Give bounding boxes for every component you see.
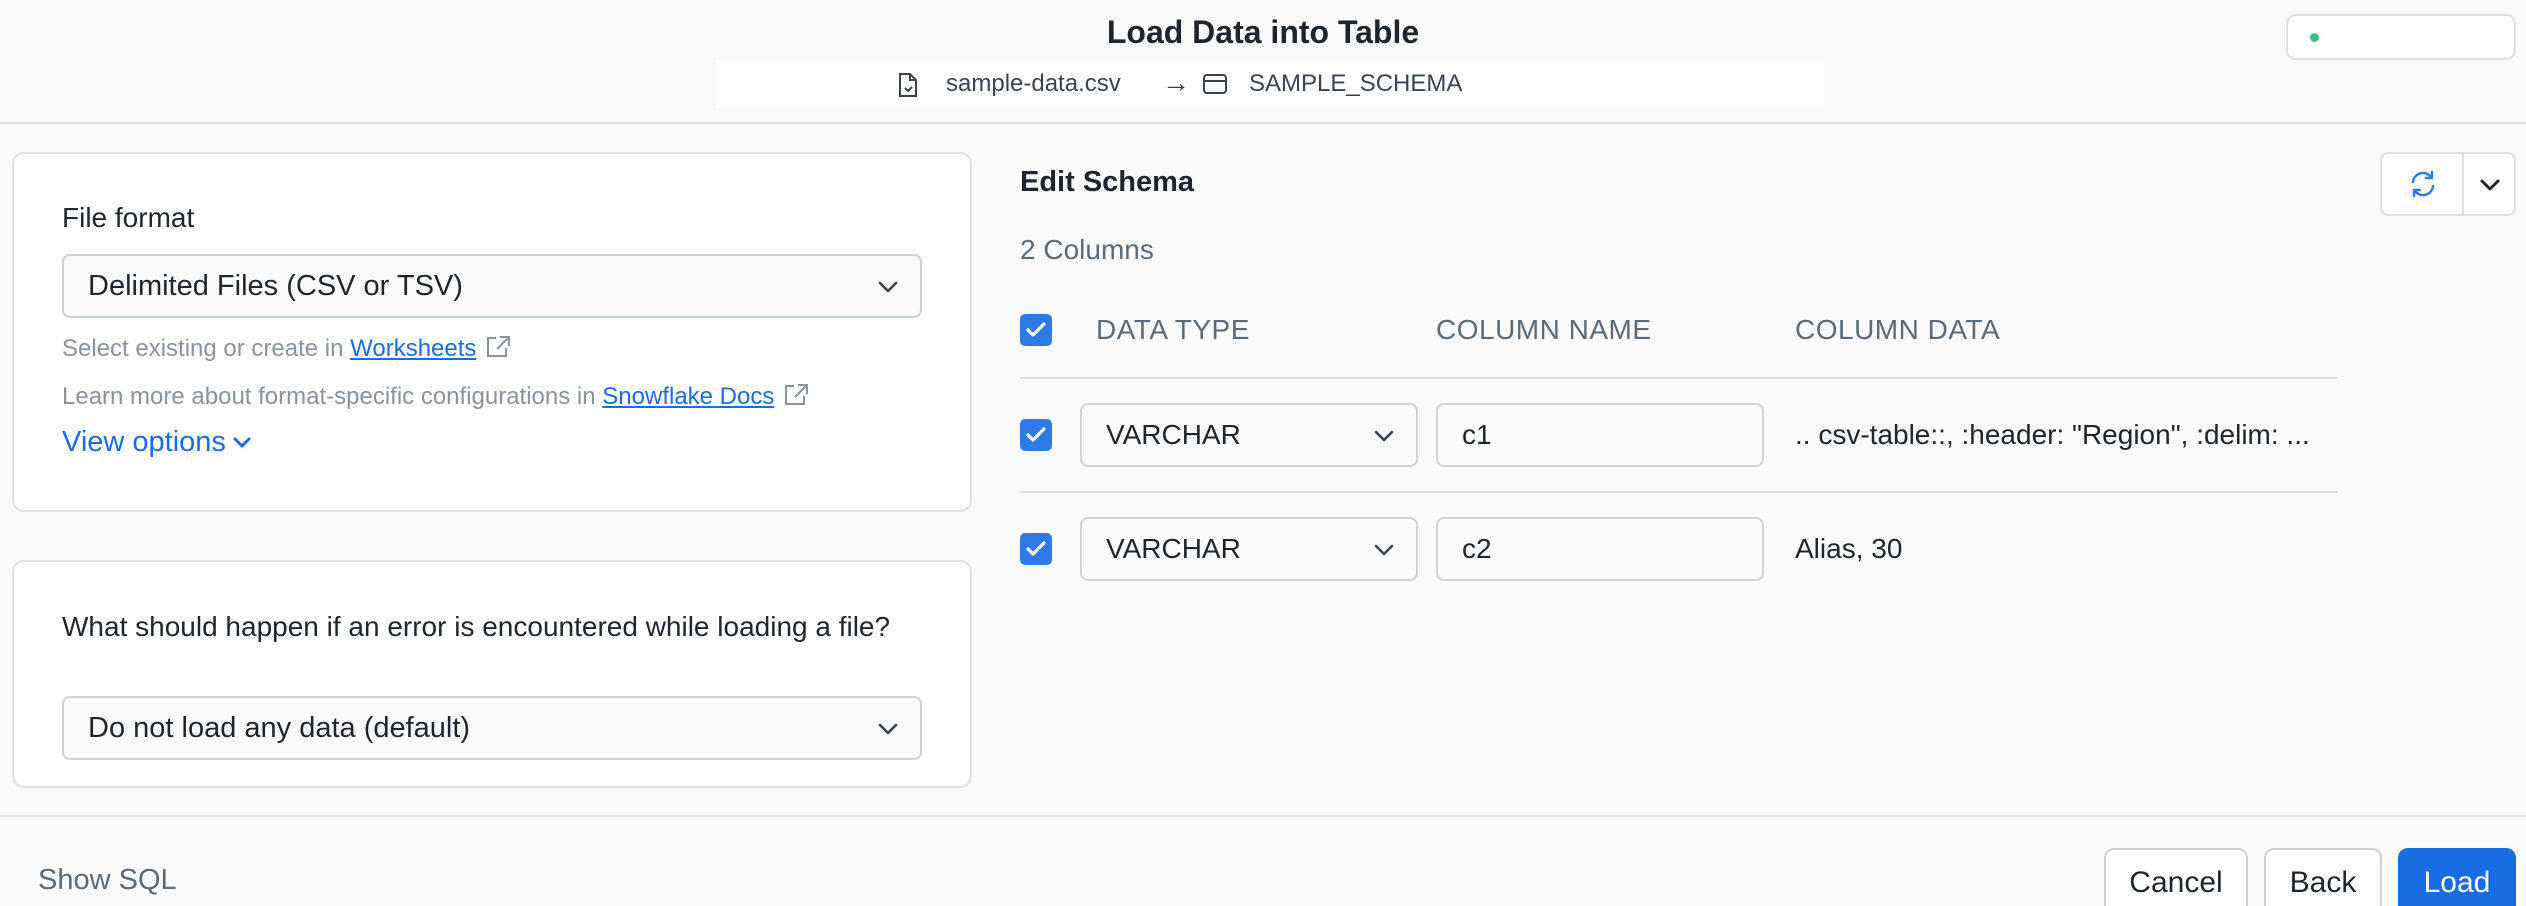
file-format-select[interactable]: Delimited Files (CSV or TSV) — [62, 254, 922, 318]
column-data-c2: Alias, 30 — [1795, 533, 1903, 564]
snowflake-docs-link[interactable]: Snowflake Docs — [602, 383, 774, 410]
column-data-c1: .. csv-table::, :header: "Region", :deli… — [1795, 419, 2310, 450]
error-handling-label: What should happen if an error is encoun… — [62, 611, 891, 642]
external-link-icon[interactable] — [484, 334, 512, 360]
chevron-down-icon — [878, 723, 898, 735]
column-header-data-type: DATA TYPE — [1096, 314, 1250, 345]
worksheets-hint: Select existing or create in Worksheets — [62, 334, 512, 363]
data-type-select-c2[interactable]: VARCHAR — [1080, 517, 1418, 581]
check-icon — [1026, 322, 1046, 337]
refresh-button[interactable] — [2382, 154, 2464, 214]
schema-actions — [2380, 152, 2516, 216]
chevron-down-icon — [2480, 179, 2500, 191]
status-dot — [2310, 33, 2319, 42]
row-divider — [1020, 491, 2338, 493]
schema-icon — [1203, 74, 1227, 94]
column-name-input-c2[interactable] — [1436, 517, 1764, 581]
target-schema-name: SAMPLE_SCHEMA — [1249, 70, 1463, 97]
source-file-name: sample-data.csv — [946, 70, 1121, 97]
docs-hint: Learn more about format-specific configu… — [62, 382, 810, 411]
column-name-input-c1[interactable] — [1436, 403, 1764, 467]
check-icon — [1026, 427, 1046, 442]
worksheets-link[interactable]: Worksheets — [350, 335, 476, 362]
error-handling-card: What should happen if an error is encoun… — [12, 560, 972, 788]
file-format-card: File format Delimited Files (CSV or TSV)… — [12, 152, 972, 512]
error-handling-select[interactable]: Do not load any data (default) — [62, 696, 922, 760]
row-divider — [1020, 377, 2338, 379]
chevron-down-icon — [1374, 430, 1394, 442]
refresh-icon — [2411, 170, 2435, 198]
chevron-down-icon — [1374, 544, 1394, 556]
back-button[interactable]: Back — [2264, 848, 2382, 906]
select-all-checkbox[interactable] — [1020, 314, 1052, 346]
error-handling-selected: Do not load any data (default) — [88, 712, 471, 744]
column-header-column-name: COLUMN NAME — [1436, 314, 1652, 345]
external-link-icon[interactable] — [782, 382, 810, 408]
page-title: Load Data into Table — [1106, 14, 1420, 50]
file-format-label: File format — [62, 202, 195, 233]
load-button[interactable]: Load — [2398, 848, 2516, 906]
view-options-toggle[interactable]: View options — [62, 426, 252, 459]
data-type-select-c1[interactable]: VARCHAR — [1080, 403, 1418, 467]
cancel-button[interactable]: Cancel — [2104, 848, 2248, 906]
status-indicator — [2286, 14, 2516, 60]
row-checkbox-c2[interactable] — [1020, 533, 1052, 565]
show-sql-link[interactable]: Show SQL — [38, 864, 177, 897]
check-icon — [1026, 541, 1046, 556]
row-checkbox-c1[interactable] — [1020, 419, 1052, 451]
page-header: Load Data into Table sample-data.csv → S… — [0, 0, 2526, 124]
column-count: 2 Columns — [1020, 234, 1154, 265]
chevron-down-icon — [233, 437, 251, 447]
file-icon — [899, 73, 917, 97]
schema-title: Edit Schema — [1020, 166, 1195, 198]
load-path: sample-data.csv → SAMPLE_SCHEMA — [716, 60, 1824, 108]
schema-actions-dropdown[interactable] — [2464, 154, 2516, 214]
chevron-down-icon — [878, 281, 898, 293]
file-format-selected: Delimited Files (CSV or TSV) — [88, 270, 463, 302]
footer-divider — [0, 815, 2526, 817]
column-header-column-data: COLUMN DATA — [1795, 314, 2001, 345]
arrow-right-icon: → — [1162, 67, 1190, 98]
